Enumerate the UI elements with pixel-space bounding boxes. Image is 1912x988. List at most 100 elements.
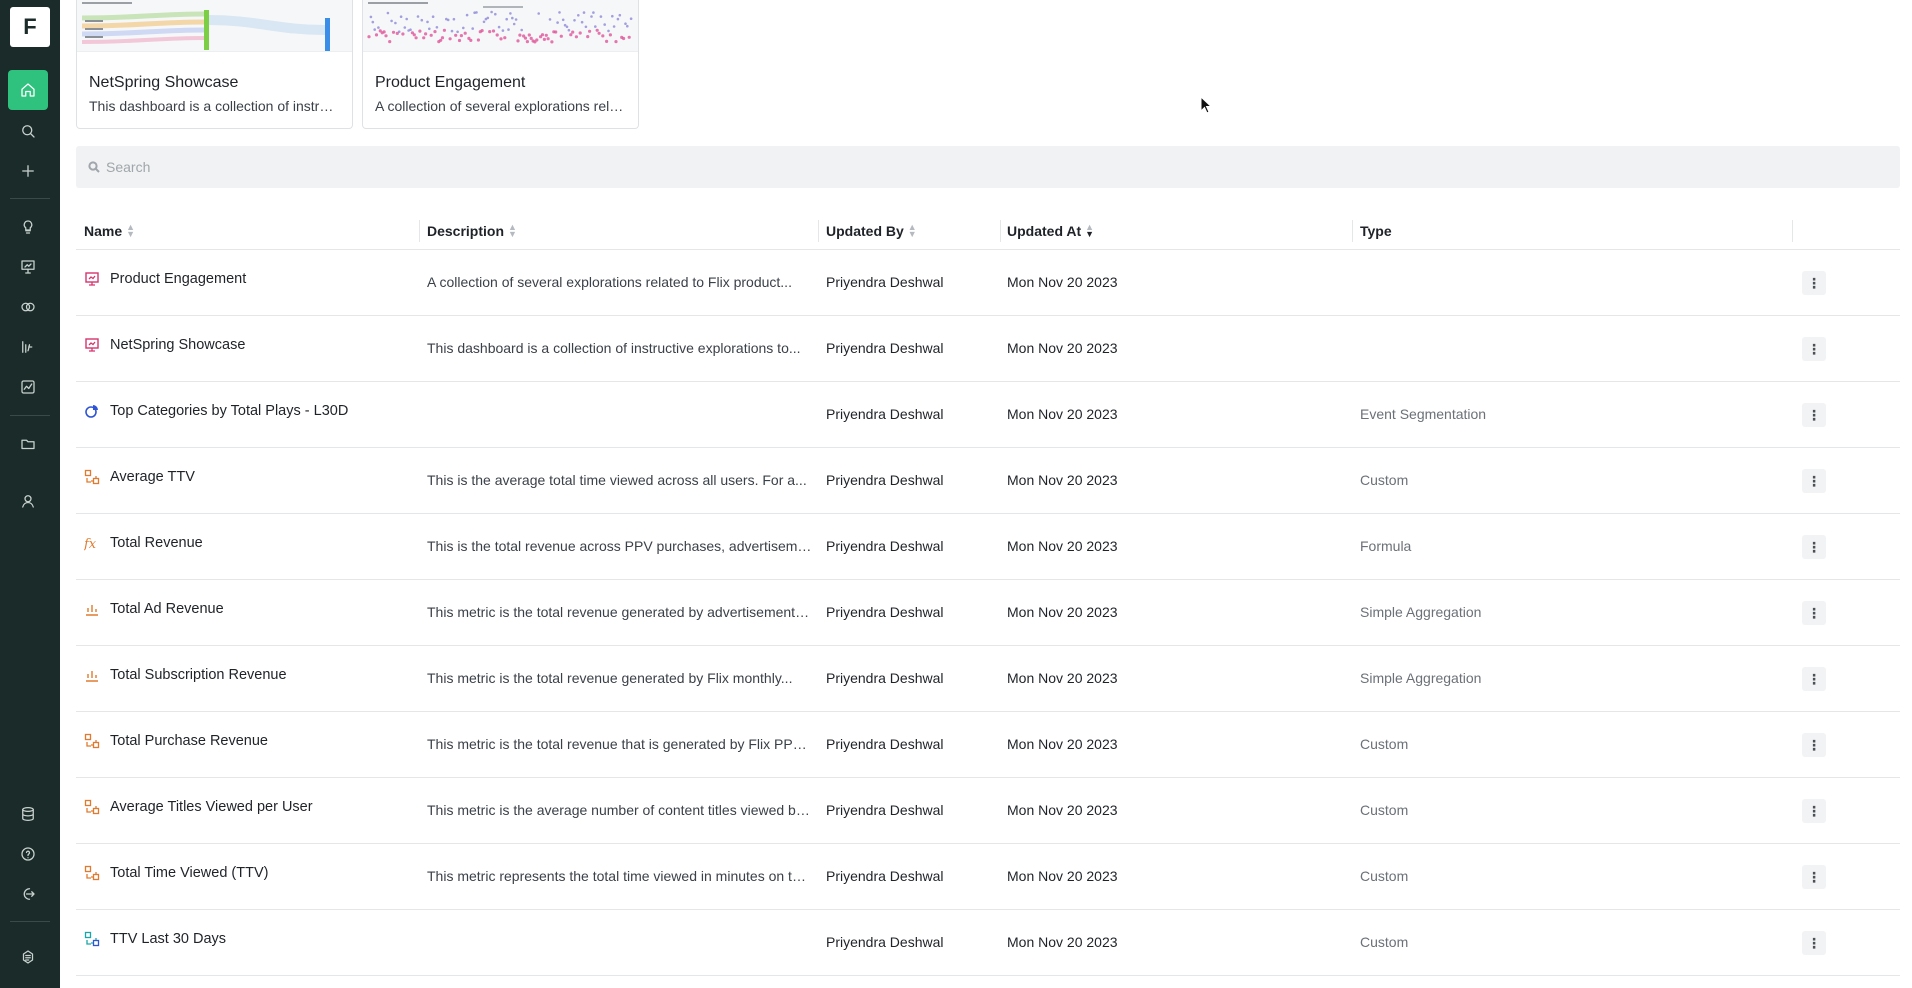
plus-icon[interactable] xyxy=(8,151,48,191)
table-row[interactable]: Total Subscription Revenue This metric is… xyxy=(76,646,1900,712)
dashboard-card-netspring-showcase[interactable]: NetSpring Showcase This dashboard is a c… xyxy=(76,0,353,129)
row-name-cell[interactable]: Average Titles Viewed per User xyxy=(84,799,414,815)
home-icon[interactable] xyxy=(8,70,48,110)
column-header-updated-by[interactable]: Updated By ▲ ▼ xyxy=(826,223,917,240)
logout-icon[interactable] xyxy=(8,874,48,914)
help-icon[interactable] xyxy=(8,834,48,874)
more-options-icon[interactable]: ⋮ xyxy=(1802,931,1826,955)
more-options-icon[interactable]: ⋮ xyxy=(1802,865,1826,889)
lightbulb-icon[interactable] xyxy=(8,207,48,247)
brand-icon[interactable] xyxy=(8,937,48,977)
search-bar[interactable] xyxy=(76,146,1900,188)
thumbnail-dot xyxy=(391,30,396,34)
thumbnail-dot xyxy=(497,25,501,29)
row-description: This is the total revenue across PPV pur… xyxy=(427,538,812,554)
overlap-circles-icon[interactable] xyxy=(8,287,48,327)
thumbnail-dot xyxy=(501,29,505,32)
thumbnail-dot xyxy=(548,18,552,21)
search-input[interactable] xyxy=(106,159,1886,175)
thumbnail-dot xyxy=(514,18,518,21)
table-row[interactable]: TTV Last 30 Days Priyendra Deshwal Mon Nov… xyxy=(76,910,1900,976)
row-type: Custom xyxy=(1360,736,1409,752)
table-row[interactable]: Average TTV This is the average total tim… xyxy=(76,448,1900,514)
formula-icon: fx xyxy=(84,535,100,551)
table-row[interactable]: fx Total Revenue This is the total revenue… xyxy=(76,514,1900,580)
thumbnail-dot xyxy=(624,22,627,26)
thumbnail-dot xyxy=(409,28,412,32)
row-description: This metric is the total revenue generat… xyxy=(427,604,812,620)
thumbnail-dot xyxy=(486,16,490,20)
thumbnail-dot xyxy=(577,14,580,17)
presentation-icon[interactable] xyxy=(8,247,48,287)
line-chart-icon[interactable] xyxy=(8,367,48,407)
more-options-icon[interactable]: ⋮ xyxy=(1802,799,1826,823)
column-header-description[interactable]: Description ▲ ▼ xyxy=(427,223,517,240)
thumbnail-dot xyxy=(440,36,445,40)
custom-metric-icon xyxy=(84,469,100,485)
thumbnail-dot xyxy=(495,33,499,37)
row-name-cell[interactable]: Total Purchase Revenue xyxy=(84,733,414,749)
user-icon[interactable] xyxy=(8,481,48,521)
row-type: Event Segmentation xyxy=(1360,406,1487,422)
more-options-icon[interactable]: ⋮ xyxy=(1802,535,1826,559)
more-options-icon[interactable]: ⋮ xyxy=(1802,337,1826,361)
thumbnail-dot xyxy=(459,34,463,38)
thumbnail-dot xyxy=(527,33,531,37)
more-options-icon[interactable]: ⋮ xyxy=(1802,601,1826,625)
row-name-cell[interactable]: Total Time Viewed (TTV) xyxy=(84,865,414,881)
thumbnail-dot xyxy=(574,35,578,39)
more-options-icon[interactable]: ⋮ xyxy=(1802,667,1826,691)
row-name-cell[interactable]: Average TTV xyxy=(84,469,414,485)
column-header-name[interactable]: Name ▲ ▼ xyxy=(84,223,135,240)
table-row[interactable]: Product Engagement A collection of severa… xyxy=(76,250,1900,316)
table-row[interactable]: Total Purchase Revenue This metric is the… xyxy=(76,712,1900,778)
column-header-type[interactable]: Type xyxy=(1360,223,1392,239)
more-options-icon[interactable]: ⋮ xyxy=(1802,469,1826,493)
more-options-icon[interactable]: ⋮ xyxy=(1802,733,1826,757)
thumbnail-dot xyxy=(611,14,614,18)
row-name-cell[interactable]: Top Categories by Total Plays - L30D xyxy=(84,403,414,419)
row-name-cell[interactable]: Total Subscription Revenue xyxy=(84,667,414,683)
row-name-cell[interactable]: Product Engagement xyxy=(84,271,414,287)
more-options-icon[interactable]: ⋮ xyxy=(1802,403,1826,427)
thumbnail-dot xyxy=(412,33,416,37)
app-logo[interactable]: F xyxy=(10,7,50,47)
card-title: Product Engagement xyxy=(375,74,526,91)
thumbnail-dot xyxy=(525,40,529,44)
thumbnail-dot xyxy=(622,36,626,41)
folder-icon[interactable] xyxy=(8,424,48,464)
row-type: Custom xyxy=(1360,802,1409,818)
search-icon[interactable] xyxy=(8,111,48,151)
table-row[interactable]: Total Ad Revenue This metric is the total… xyxy=(76,580,1900,646)
row-updated-by: Priyendra Deshwal xyxy=(826,604,944,620)
table-row[interactable]: Total Time Viewed (TTV) This metric repre… xyxy=(76,844,1900,910)
thumbnail-dot xyxy=(594,25,597,28)
thumbnail-dot xyxy=(374,33,379,37)
search-icon xyxy=(88,161,100,173)
row-name-cell[interactable]: NetSpring Showcase xyxy=(84,337,414,353)
row-name-cell[interactable]: fx Total Revenue xyxy=(84,535,414,551)
column-header-updated-at[interactable]: Updated At ▲ ▼ xyxy=(1007,223,1094,240)
dashboard-card-product-engagement[interactable]: Product Engagement A collection of sever… xyxy=(362,0,639,129)
database-icon[interactable] xyxy=(8,794,48,834)
table-row[interactable]: NetSpring Showcase This dashboard is a co… xyxy=(76,316,1900,382)
thumbnail-dot xyxy=(616,17,620,21)
row-description: This metric is the total revenue generat… xyxy=(427,670,793,686)
mouse-cursor-icon xyxy=(1200,96,1212,114)
thumbnail-dot xyxy=(448,37,452,41)
row-name-cell[interactable]: TTV Last 30 Days xyxy=(84,931,414,947)
row-name-cell[interactable]: Total Ad Revenue xyxy=(84,601,414,617)
row-updated-by: Priyendra Deshwal xyxy=(826,736,944,752)
segmentation-icon xyxy=(84,403,100,419)
more-options-icon[interactable]: ⋮ xyxy=(1802,271,1826,295)
thumbnail-dot xyxy=(520,28,523,32)
card-thumbnail xyxy=(77,0,352,52)
thumbnail-dot xyxy=(429,33,433,37)
metric-formula-icon[interactable] xyxy=(8,327,48,367)
table-row[interactable]: Average Titles Viewed per User This metri… xyxy=(76,778,1900,844)
thumbnail-dot xyxy=(420,18,424,22)
row-name: Average TTV xyxy=(110,469,195,485)
thumbnail-dot xyxy=(614,40,618,44)
table-row[interactable]: Top Categories by Total Plays - L30D Priy… xyxy=(76,382,1900,448)
thumbnail-dot xyxy=(503,36,507,40)
